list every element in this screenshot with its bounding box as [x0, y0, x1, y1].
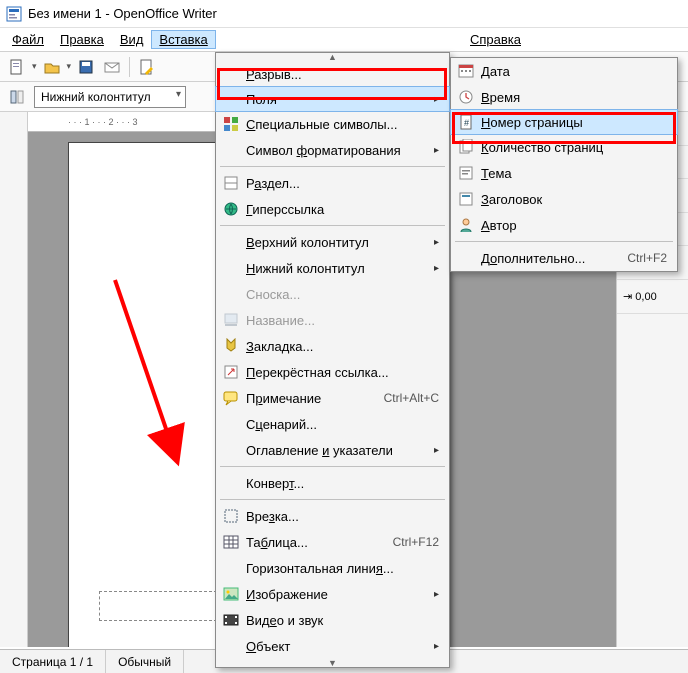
mi-image[interactable]: Изображение▸ — [216, 581, 449, 607]
mi-indexes[interactable]: Оглавление и указатели▸ — [216, 437, 449, 463]
smi-page-number[interactable]: #Номер страницы — [450, 109, 678, 135]
image-icon — [220, 586, 242, 602]
table-icon — [220, 534, 242, 550]
mi-hyperlink[interactable]: Гиперссылка — [216, 196, 449, 222]
menu-edit[interactable]: Правка — [52, 30, 112, 49]
menu-file[interactable]: Файл — [4, 30, 52, 49]
mi-section[interactable]: Раздел... — [216, 170, 449, 196]
caption-icon — [220, 312, 242, 328]
separator — [220, 166, 445, 167]
mi-cross-ref[interactable]: Перекрёстная ссылка... — [216, 359, 449, 385]
cross-ref-icon — [220, 364, 242, 380]
edit-doc-button[interactable] — [136, 56, 158, 78]
mi-comment[interactable]: ПримечаниеCtrl+Alt+C — [216, 385, 449, 411]
open-button[interactable] — [41, 56, 63, 78]
mi-frame[interactable]: Врезка... — [216, 503, 449, 529]
separator — [220, 499, 445, 500]
mi-object[interactable]: Объект▸ — [216, 633, 449, 659]
mi-special-chars[interactable]: Специальные символы... — [216, 111, 449, 137]
dropdown-caret-icon[interactable]: ▾ — [67, 61, 72, 72]
hyperlink-icon — [220, 201, 242, 217]
smi-title[interactable]: Заголовок — [451, 186, 677, 212]
fields-submenu-panel: Дата Время #Номер страницы Количество ст… — [450, 57, 678, 272]
sidebar-spacing-b[interactable]: ⇥ 0,00 — [617, 280, 688, 314]
mi-movie-sound[interactable]: Видео и звук — [216, 607, 449, 633]
mi-envelope[interactable]: Конверт... — [216, 470, 449, 496]
author-icon — [455, 217, 477, 233]
menu-insert[interactable]: Вставка — [151, 30, 215, 49]
menu-view[interactable]: Вид — [112, 30, 152, 49]
new-doc-button[interactable] — [6, 56, 28, 78]
styles-button[interactable] — [6, 86, 28, 108]
movie-icon — [220, 612, 242, 628]
smi-time[interactable]: Время — [451, 84, 677, 110]
smi-subject[interactable]: Тема — [451, 160, 677, 186]
save-button[interactable] — [75, 56, 97, 78]
bookmark-icon — [220, 338, 242, 354]
paragraph-style-combo[interactable]: Нижний колонтитул — [34, 86, 186, 108]
mi-formatting-mark[interactable]: Символ форматирования▸ — [216, 137, 449, 163]
title-bar: Без имени 1 - OpenOffice Writer — [0, 0, 688, 28]
date-icon — [455, 63, 477, 79]
combo-value: Нижний колонтитул — [41, 90, 151, 104]
separator — [455, 241, 673, 242]
page-number-icon: # — [455, 114, 477, 130]
mi-table[interactable]: Таблица...Ctrl+F12 — [216, 529, 449, 555]
mi-footnote[interactable]: Сноска... — [216, 281, 449, 307]
app-icon — [6, 6, 22, 22]
mi-bookmark[interactable]: Закладка... — [216, 333, 449, 359]
special-chars-icon — [220, 116, 242, 132]
separator — [220, 225, 445, 226]
comment-icon — [220, 390, 242, 406]
section-icon — [220, 175, 242, 191]
subject-icon — [455, 165, 477, 181]
smi-other[interactable]: Дополнительно...Ctrl+F2 — [451, 245, 677, 271]
smi-date[interactable]: Дата — [451, 58, 677, 84]
mi-caption[interactable]: Название... — [216, 307, 449, 333]
menu-help[interactable]: Справка — [462, 30, 529, 49]
time-icon — [455, 89, 477, 105]
smi-author[interactable]: Автор — [451, 212, 677, 238]
mi-break[interactable]: Разрыв... — [216, 61, 449, 87]
status-style: Обычный — [106, 650, 184, 673]
page-count-icon — [455, 139, 477, 155]
insert-menu-panel: ▲ Разрыв... Поля▸ Специальные символы...… — [215, 52, 450, 668]
mi-script[interactable]: Сценарий... — [216, 411, 449, 437]
mi-hline[interactable]: Горизонтальная линия... — [216, 555, 449, 581]
mi-header[interactable]: Верхний колонтитул▸ — [216, 229, 449, 255]
vertical-ruler — [0, 112, 28, 647]
menu-bar: Файл Правка Вид Вставка Справка — [0, 28, 688, 52]
separator — [220, 466, 445, 467]
status-page: Страница 1 / 1 — [0, 650, 106, 673]
svg-text:#: # — [464, 118, 469, 128]
mail-button[interactable] — [101, 56, 123, 78]
menu-scroll-down-icon[interactable]: ▼ — [216, 659, 449, 667]
dropdown-caret-icon[interactable]: ▾ — [32, 61, 37, 72]
window-title: Без имени 1 - OpenOffice Writer — [28, 6, 217, 21]
separator — [129, 57, 130, 77]
title-icon — [455, 191, 477, 207]
menu-scroll-up-icon[interactable]: ▲ — [216, 53, 449, 61]
mi-footer[interactable]: Нижний колонтитул▸ — [216, 255, 449, 281]
frame-icon — [220, 508, 242, 524]
smi-page-count[interactable]: Количество страниц — [451, 134, 677, 160]
ruler-marks: · · · 1 · · · 2 · · · 3 — [68, 117, 138, 127]
mi-fields[interactable]: Поля▸ — [215, 86, 450, 112]
